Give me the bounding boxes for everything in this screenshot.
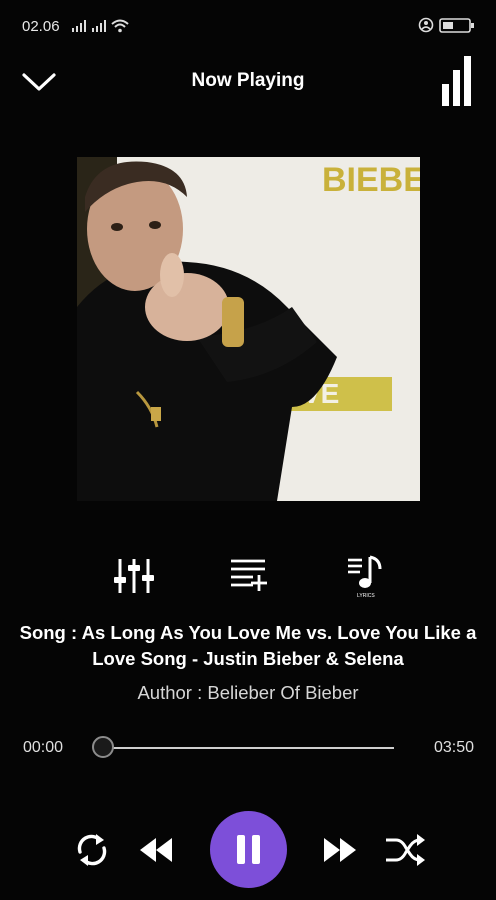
- status-bar: 02.06: [0, 0, 496, 52]
- album-art: BIEBE VE: [77, 157, 420, 501]
- fast-forward-icon[interactable]: [322, 836, 358, 864]
- status-right: [418, 16, 476, 39]
- add-to-playlist-icon[interactable]: [227, 553, 271, 599]
- album-art-image: BIEBE VE: [77, 157, 420, 501]
- equalizer-sliders-icon[interactable]: [112, 553, 156, 599]
- action-row: LYRICS: [0, 553, 496, 603]
- signal-icon: [72, 19, 129, 33]
- playback-controls: [0, 810, 496, 890]
- seek-bar[interactable]: [92, 734, 394, 762]
- equalizer-bars-icon[interactable]: [442, 54, 472, 106]
- battery-icon: [418, 17, 474, 33]
- lyrics-label: LYRICS: [357, 593, 375, 599]
- lyrics-icon[interactable]: LYRICS: [344, 553, 388, 599]
- current-time: 00:00: [23, 739, 64, 756]
- seek-thumb[interactable]: [92, 736, 114, 758]
- top-bar: Now Playing: [0, 52, 496, 112]
- pause-button[interactable]: [210, 811, 287, 888]
- pause-icon: [237, 835, 260, 864]
- album-text-top: BIEBE: [322, 161, 420, 199]
- page-title: Now Playing: [191, 70, 305, 91]
- seek-track[interactable]: [102, 747, 394, 749]
- status-time: 02.06: [22, 18, 60, 35]
- song-author: Author : Belieber Of Bieber: [137, 682, 359, 703]
- shuffle-icon[interactable]: [384, 832, 426, 868]
- song-title: Song : As Long As You Love Me vs. Love Y…: [19, 622, 477, 669]
- repeat-icon[interactable]: [72, 830, 112, 870]
- rewind-icon[interactable]: [138, 836, 174, 864]
- total-time: 03:50: [433, 739, 474, 756]
